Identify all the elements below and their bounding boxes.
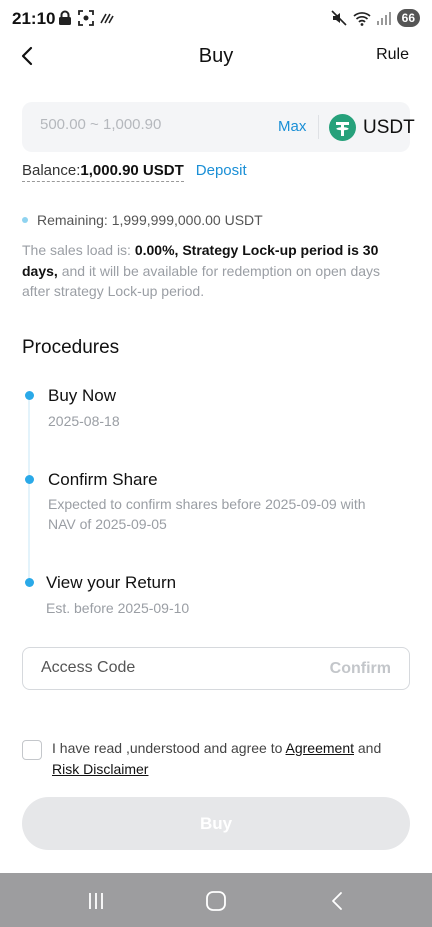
- nav-back-icon[interactable]: [324, 887, 352, 915]
- balance-label: Balance:: [22, 162, 81, 179]
- confirm-code-button[interactable]: Confirm: [330, 660, 391, 678]
- access-code-input[interactable]: [41, 659, 281, 677]
- step-sub-view-return: Est. before 2025-09-10: [46, 600, 190, 616]
- remaining-info: Remaining: 1,999,999,000.00 USDT: [22, 212, 263, 228]
- system-nav-bar: [0, 873, 432, 927]
- risk-disclaimer-link[interactable]: Risk Disclaimer: [52, 761, 148, 777]
- timeline-dot: [25, 578, 34, 587]
- page-title: Buy: [198, 45, 234, 67]
- currency-selector: USDT: [329, 114, 415, 141]
- currency-label: USDT: [363, 116, 415, 138]
- tether-icon: [329, 114, 356, 141]
- screenshot-icon: [78, 10, 94, 26]
- remaining-text: Remaining: 1,999,999,000.00 USDT: [37, 212, 263, 228]
- recent-apps-icon[interactable]: [82, 887, 110, 915]
- deposit-link[interactable]: Deposit: [196, 162, 247, 179]
- step-title-confirm-share: Confirm Share: [48, 470, 158, 489]
- rule-link[interactable]: Rule: [376, 46, 409, 64]
- sales-load-note: The sales load is: 0.00%, Strategy Lock-…: [22, 242, 381, 299]
- header: Buy Rule: [0, 38, 432, 78]
- amount-input[interactable]: [40, 116, 240, 133]
- data-saver-icon: [100, 13, 114, 24]
- bullet-dot: [22, 217, 28, 223]
- mute-icon: [331, 10, 347, 26]
- timeline-line: [28, 395, 30, 583]
- lock-icon: [59, 10, 71, 25]
- balance-value: 1,000.90 USDT: [80, 162, 184, 179]
- agreement-checkbox[interactable]: [22, 740, 42, 760]
- wifi-icon: [353, 11, 371, 26]
- step-sub-buy-now: 2025-08-18: [48, 413, 120, 429]
- step-title-buy-now: Buy Now: [48, 386, 117, 405]
- battery-indicator: 66: [396, 9, 420, 27]
- buy-button[interactable]: Buy: [22, 797, 410, 850]
- access-code-field: Confirm: [22, 647, 410, 690]
- home-icon[interactable]: [202, 887, 230, 915]
- timeline-dot: [25, 475, 34, 484]
- signal-icon: [376, 12, 391, 25]
- divider: [318, 115, 319, 139]
- amount-field-container: Max USDT: [22, 102, 415, 152]
- max-button[interactable]: Max: [278, 118, 306, 135]
- step-sub-confirm-share: Expected to confirm shares before 2025-0…: [48, 496, 366, 532]
- agreement-link[interactable]: Agreement: [286, 740, 354, 756]
- balance-row: Balance:1,000.90 USDT Deposit: [22, 162, 247, 182]
- timeline-dot: [25, 391, 34, 400]
- agreement-text: I have read ,understood and agree to Agr…: [52, 740, 382, 777]
- procedures-title: Procedures: [22, 337, 120, 358]
- step-title-view-return: View your Return: [46, 573, 177, 592]
- status-time: 21:10: [12, 9, 56, 28]
- status-bar: 21:10 66: [0, 0, 432, 40]
